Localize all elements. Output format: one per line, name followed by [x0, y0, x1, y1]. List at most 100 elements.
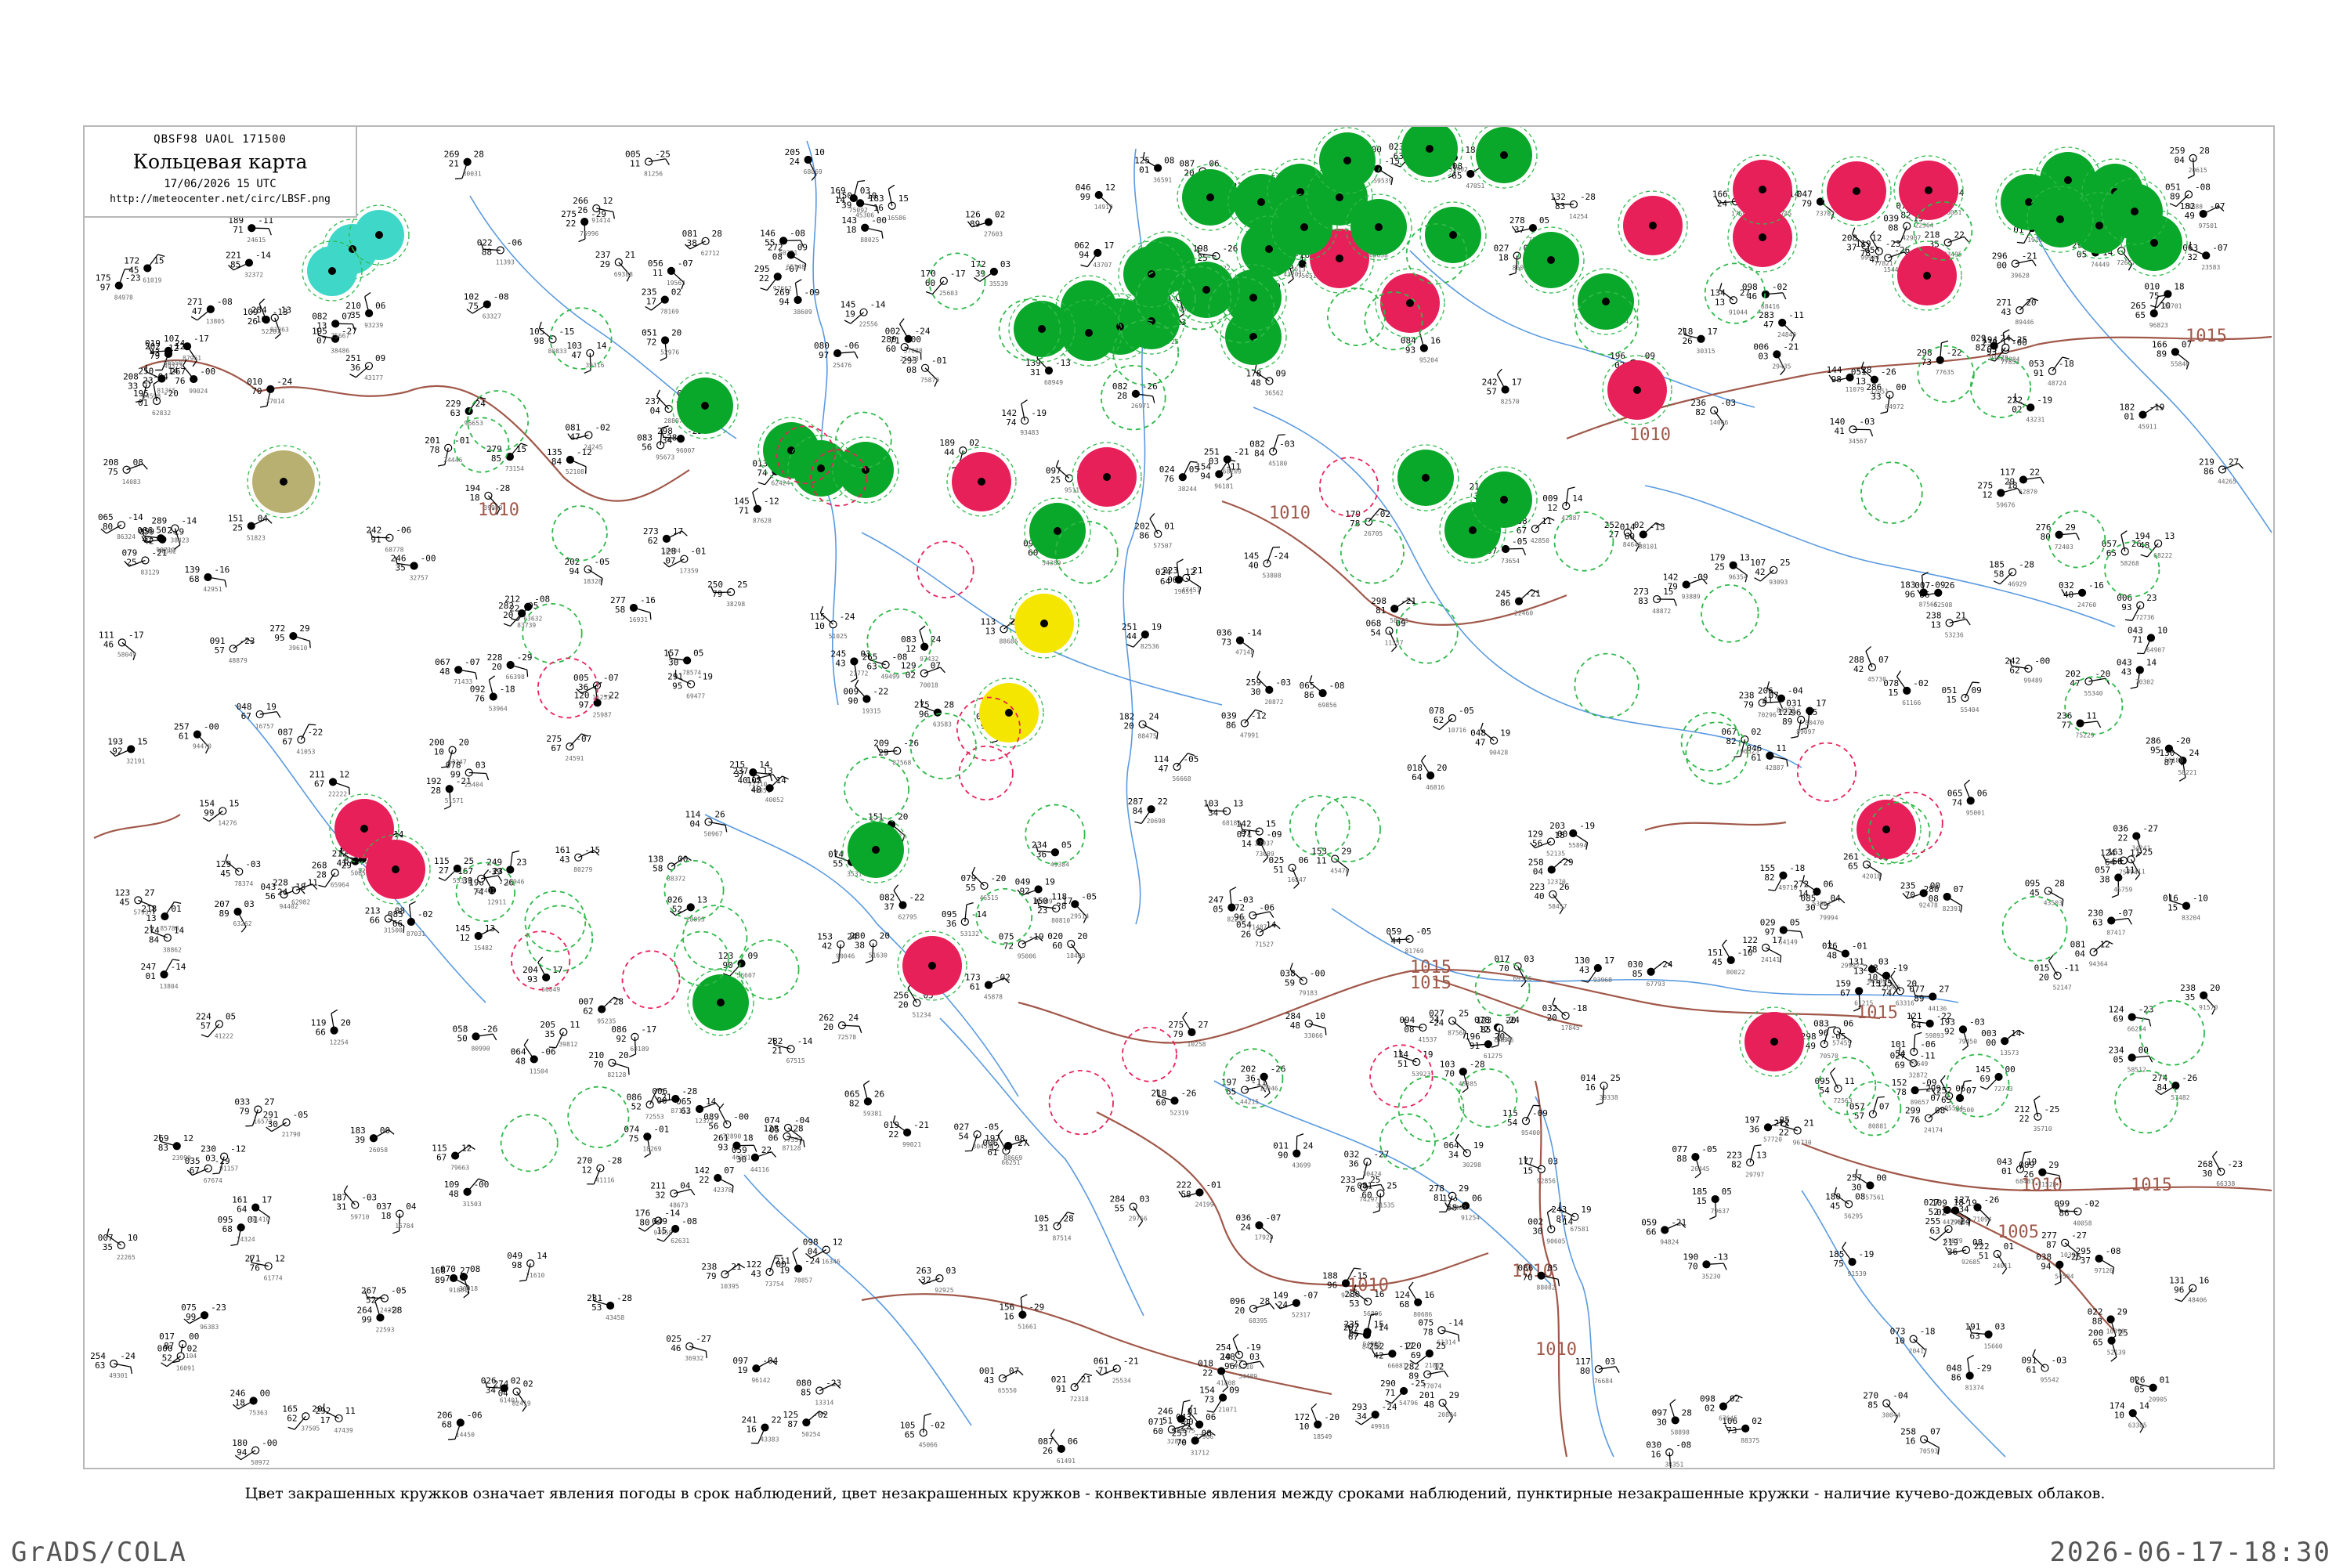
station-index: 87128 [782, 1145, 801, 1152]
station-temp: 27 [439, 865, 449, 876]
station-index: 16847 [1288, 876, 1307, 883]
station-tendency: -24 [120, 1351, 136, 1361]
station-index: 46816 [1426, 784, 1444, 791]
station-temp: 95 [274, 633, 284, 643]
station-tendency: -21 [1783, 341, 1799, 352]
legend-text: Цвет закрашенных кружков означает явлени… [0, 1485, 2350, 1502]
station-temp: 19 [737, 1365, 747, 1375]
station-tendency: -06 [396, 526, 411, 536]
station-index: 95673 [656, 453, 674, 461]
station-index: 96354 [1729, 574, 1748, 581]
station-temp: 12 [581, 1165, 591, 1175]
station-plot: 263320392925 [916, 1266, 956, 1294]
station-index: 67515 [786, 1057, 805, 1064]
station-index: 14919 [1094, 204, 1113, 211]
station-plot: 29537-0897126 [2076, 1246, 2121, 1274]
station-temp: 60 [1155, 1097, 1166, 1107]
station-plot: 238792110395 [701, 1262, 744, 1290]
station-index: 44265 [2218, 478, 2236, 485]
station-plot: 278812932403 [1429, 1183, 1469, 1212]
station-plot: 169140375092 [830, 181, 870, 214]
wind-barb-icon [2048, 891, 2063, 900]
station-tendency: -00 [474, 1180, 490, 1190]
station-tendency: 05 [1790, 918, 1800, 928]
station-plot: 21222-2535710 [2014, 1096, 2059, 1132]
dashed-circle [1123, 1028, 1177, 1082]
station-index: 73654 [1501, 558, 1520, 565]
rain-circle [1177, 164, 1243, 230]
wind-feather-icon [613, 211, 614, 219]
station-plot: 211671222222 [309, 769, 349, 797]
station-temp: 71 [739, 506, 749, 516]
station-plot: 10275-0863327 [464, 292, 509, 320]
station-index: 16931 [629, 616, 648, 623]
map-url-link[interactable]: http://meteocenter.net/circ/LBSF.png [85, 193, 356, 205]
station-marker-icon [1249, 294, 1257, 302]
station-tendency: -25 [655, 149, 671, 159]
station-index: 52317 [1292, 1312, 1311, 1319]
station-plot: 114042650967 [685, 809, 727, 837]
station-tendency: -06 [467, 1411, 483, 1421]
wind-barb-icon [1506, 548, 1523, 549]
wind-feather-icon [403, 926, 404, 933]
wind-feather-icon [1533, 1105, 1540, 1106]
wind-barb-icon [1409, 1288, 1419, 1302]
station-index: 33066 [1304, 1032, 1323, 1039]
station-temp: 37 [1514, 225, 1524, 235]
station-tendency: 14 [2146, 657, 2157, 667]
dashed-circle [1701, 585, 1759, 642]
wind-feather-icon [288, 1427, 295, 1429]
station-tendency: 04 [258, 514, 269, 524]
station-plot: 065740695001 [1947, 780, 1987, 817]
station-temp: 31 [336, 1201, 346, 1212]
station-tendency: 16 [1424, 1290, 1434, 1300]
station-temp: 47 [1763, 320, 1773, 330]
station-tendency: -14 [181, 515, 197, 526]
station-tendency: 03 [1524, 954, 1535, 964]
station-index: 24615 [247, 237, 266, 244]
station-temp: 66 [1646, 1227, 1656, 1237]
dashed-circle [2065, 677, 2122, 734]
station-index: 56550 [164, 359, 183, 367]
station-temp: 63 [2092, 917, 2102, 927]
river-16 [744, 1175, 971, 1425]
station-index: 68189 [1222, 820, 1241, 827]
station-plot: 273621718404 [643, 526, 687, 555]
station-index: 72578 [837, 1034, 856, 1041]
wind-feather-icon [527, 670, 528, 677]
station-marker-icon [1375, 223, 1383, 231]
station-tendency: 20 [671, 328, 682, 338]
wind-feather-icon [1940, 1075, 1945, 1081]
station-tendency: 24 [1149, 712, 1160, 722]
station-tendency: 06 [1068, 1436, 1078, 1447]
station-plot: 03894-2554584 [2036, 1252, 2081, 1285]
station-index: 19315 [862, 707, 880, 714]
station-plot: 07599-2396383 [181, 1302, 226, 1331]
station-tendency: -09 [1267, 829, 1282, 840]
station-index: 61491 [1057, 1458, 1076, 1465]
station-temp: 24 [1717, 198, 1728, 208]
station-index: 88375 [1741, 1437, 1759, 1444]
wind-feather-icon [161, 1363, 167, 1367]
wind-feather-icon [725, 826, 727, 833]
station-tendency: 13 [2164, 531, 2175, 541]
station-tendency: 17 [1512, 377, 1522, 387]
station-marker-icon [1422, 474, 1430, 482]
wind-feather-icon [844, 320, 851, 323]
station-plot: 07572-1995006 [999, 931, 1044, 959]
station-temp: 44 [1126, 631, 1137, 641]
station-index: 71528 [2037, 1181, 2056, 1188]
station-tendency: 26 [1559, 882, 1569, 892]
station-index: 48406 [2188, 1297, 2207, 1304]
station-temp: 84 [2157, 1082, 2167, 1093]
station-marker-icon [1336, 255, 1343, 262]
station-temp: 75 [468, 302, 479, 312]
station-index: 90428 [1489, 750, 1508, 757]
station-plot: 117800376684 [1575, 1357, 1619, 1385]
wind-feather-icon [851, 678, 857, 682]
dashed-circle [739, 940, 799, 999]
station-plot: 130872458221 [2159, 748, 2200, 781]
station-tendency: 00 [1876, 1172, 1886, 1183]
station-plot: 25761-0094470 [174, 722, 219, 753]
station-index: 39610 [288, 645, 307, 652]
